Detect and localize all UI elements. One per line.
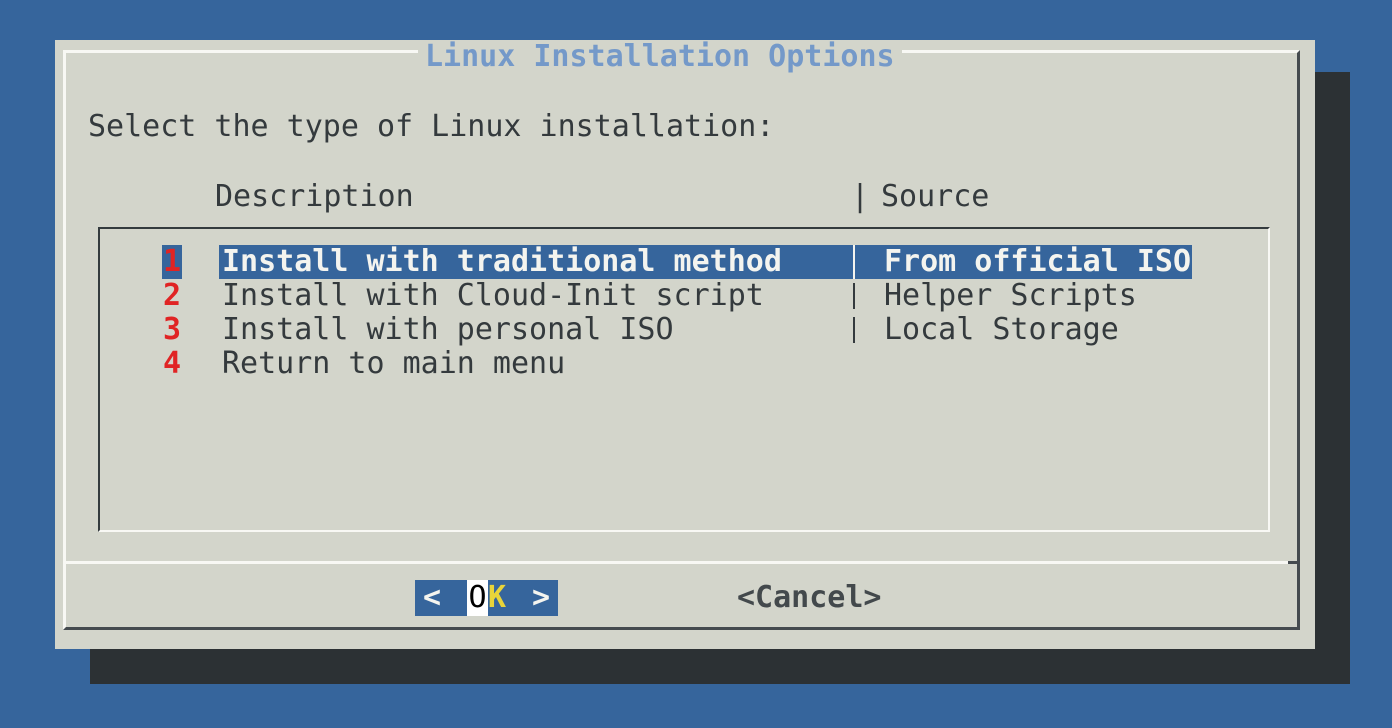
column-header-description: Description	[215, 180, 414, 214]
column-separator	[853, 283, 855, 309]
column-header-divider: |	[851, 180, 869, 214]
menu-item-install-traditional[interactable]: 1 Install with traditional method From o…	[55, 245, 1315, 279]
menu-item-personal-iso[interactable]: 3 Install with personal ISO Local Storag…	[55, 313, 1315, 347]
item-number: 4	[162, 347, 182, 381]
dialog-title: Linux Installation Options	[418, 40, 902, 74]
ok-bracket-left: <	[423, 580, 441, 616]
ok-label-rest: K	[488, 580, 506, 616]
ok-hotkey-cursor: O	[467, 580, 488, 616]
item-number: 1	[162, 245, 182, 279]
item-description: Install with traditional method	[222, 245, 782, 279]
cancel-button[interactable]: <Cancel>	[737, 580, 882, 616]
item-source: Local Storage	[884, 313, 1119, 347]
item-number: 2	[162, 279, 182, 313]
column-separator	[853, 245, 855, 279]
item-description: Install with personal ISO	[222, 313, 674, 347]
item-source: Helper Scripts	[884, 279, 1137, 313]
column-header-source: Source	[881, 180, 989, 214]
menu-item-cloud-init[interactable]: 2 Install with Cloud-Init script Helper …	[55, 279, 1315, 313]
item-description: Install with Cloud-Init script	[222, 279, 764, 313]
ok-button[interactable]: < O K >	[415, 580, 558, 616]
item-number: 3	[162, 313, 182, 347]
prompt-text: Select the type of Linux installation:	[88, 110, 774, 144]
ok-bracket-right: >	[532, 580, 550, 616]
item-description: Return to main menu	[222, 347, 565, 381]
button-area-separator	[63, 561, 1300, 564]
column-separator	[853, 317, 855, 343]
menu-item-return-main-menu[interactable]: 4 Return to main menu	[55, 347, 1315, 381]
item-source: From official ISO	[884, 245, 1191, 279]
dialog-window: Linux Installation Options Select the ty…	[55, 40, 1315, 649]
column-header-row: Description | Source	[55, 180, 1315, 214]
terminal-screen: Linux Installation Options Select the ty…	[0, 0, 1392, 728]
